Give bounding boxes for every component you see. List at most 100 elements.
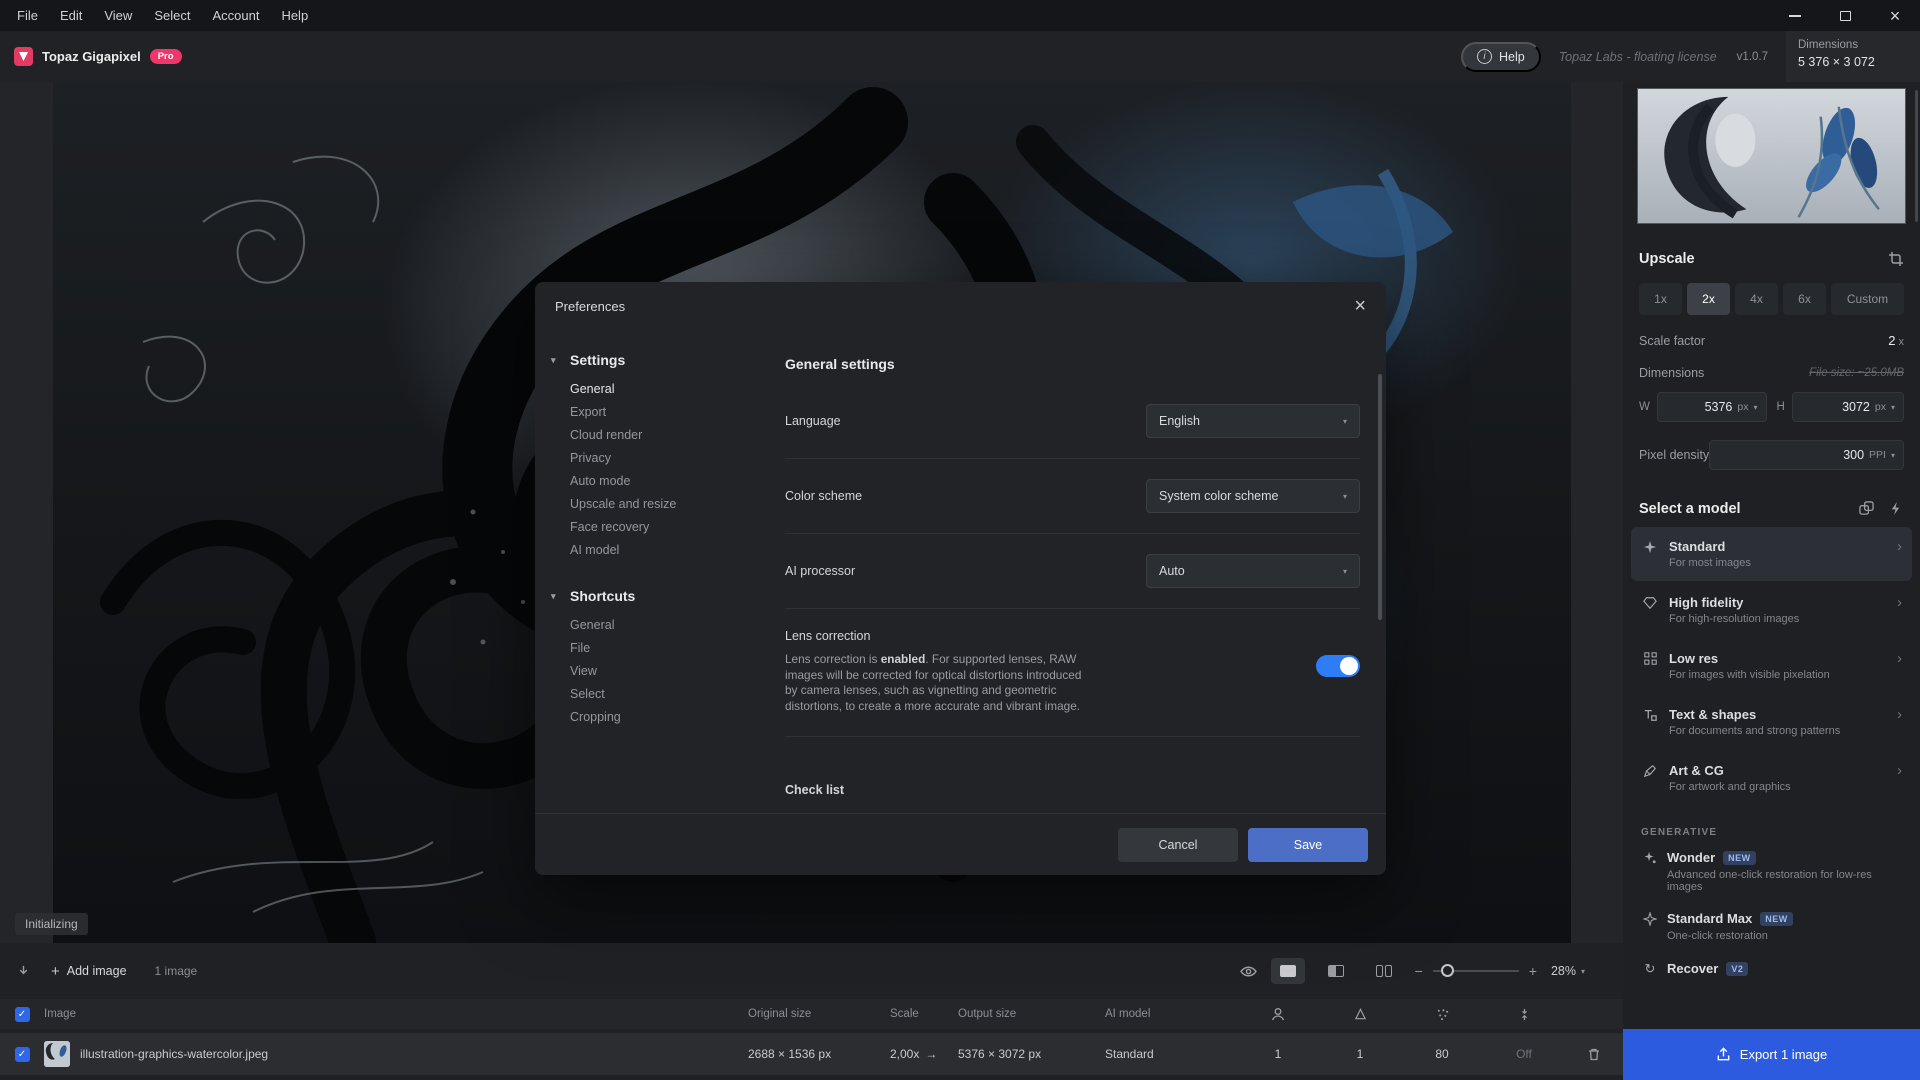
content-scrollbar[interactable] xyxy=(1378,374,1382,620)
menu-view[interactable]: View xyxy=(93,0,143,31)
menu-help[interactable]: Help xyxy=(270,0,319,31)
model-art-cg[interactable]: Art & CG For artwork and graphics › xyxy=(1631,751,1912,805)
zoom-slider[interactable] xyxy=(1433,970,1519,972)
export-label: Export 1 image xyxy=(1740,1047,1827,1062)
compare-icon[interactable] xyxy=(1858,500,1875,517)
menu-account[interactable]: Account xyxy=(201,0,270,31)
select-all-checkbox[interactable]: ✓ xyxy=(15,1007,30,1022)
brand: Topaz Gigapixel Pro xyxy=(0,47,182,66)
height-unit-caret-icon[interactable]: ▾ xyxy=(1891,403,1895,412)
nav-settings-auto-mode[interactable]: Auto mode xyxy=(570,470,763,493)
scale-6x-button[interactable]: 6x xyxy=(1783,283,1826,315)
close-icon: × xyxy=(1890,7,1901,25)
row-scale: 2,00x xyxy=(890,1047,919,1061)
width-input[interactable]: 5376 px ▾ xyxy=(1657,392,1767,422)
arrow-right-icon: → xyxy=(925,1047,937,1061)
split-view-button[interactable] xyxy=(1319,958,1353,984)
color-scheme-select[interactable]: System color scheme ▾ xyxy=(1146,479,1360,513)
model-high-fidelity[interactable]: High fidelity For high-resolution images… xyxy=(1631,583,1912,637)
add-image-button[interactable]: + Add image xyxy=(51,963,127,980)
nav-group-settings[interactable]: ▾ Settings xyxy=(551,352,763,368)
zoom-control: − + xyxy=(1415,963,1537,979)
nav-settings-upscale-resize[interactable]: Upscale and resize xyxy=(570,493,763,516)
nav-settings-face-recovery[interactable]: Face recovery xyxy=(570,516,763,539)
lightning-icon[interactable] xyxy=(1887,500,1904,517)
sidebar-scrollbar[interactable] xyxy=(1915,90,1918,222)
chevron-right-icon: › xyxy=(1897,539,1902,554)
dock-arrow-icon[interactable] xyxy=(16,964,31,979)
minimize-button[interactable] xyxy=(1770,0,1820,31)
ai-processor-select[interactable]: Auto ▾ xyxy=(1146,554,1360,588)
scale-factor-value[interactable]: 2x xyxy=(1888,333,1904,348)
table-row[interactable]: ✓ illustration-graphics-watercolor.jpeg … xyxy=(0,1033,1623,1075)
density-unit-caret-icon[interactable]: ▾ xyxy=(1891,451,1895,460)
chevron-right-icon: › xyxy=(1897,707,1902,722)
row-checkbox[interactable]: ✓ xyxy=(15,1047,30,1062)
compression-icon xyxy=(1483,1008,1565,1021)
model-low-res[interactable]: Low res For images with visible pixelati… xyxy=(1631,639,1912,693)
save-button[interactable]: Save xyxy=(1248,828,1368,862)
single-view-button[interactable] xyxy=(1271,958,1305,984)
crop-icon[interactable] xyxy=(1887,250,1904,267)
model-text-shapes[interactable]: Text & shapes For documents and strong p… xyxy=(1631,695,1912,749)
pixel-density-input[interactable]: 300 PPI ▾ xyxy=(1709,440,1904,470)
nav-shortcuts-file[interactable]: File xyxy=(570,637,763,660)
caret-down-icon: ▾ xyxy=(1581,967,1585,976)
app-title: Topaz Gigapixel xyxy=(42,49,141,64)
select-model-title: Select a model xyxy=(1639,501,1846,517)
zoom-in-button[interactable]: + xyxy=(1529,963,1537,979)
menu-items: File Edit View Select Account Help xyxy=(0,0,319,31)
bottom-bar: + Add image 1 image − + 28% ▾ xyxy=(0,943,1623,1080)
lens-correction-toggle[interactable] xyxy=(1316,655,1360,677)
nav-settings-cloud-render[interactable]: Cloud render xyxy=(570,424,763,447)
image-count: 1 image xyxy=(155,964,198,978)
pixel-grid-icon xyxy=(1641,652,1659,665)
nav-shortcuts-general[interactable]: General xyxy=(570,614,763,637)
cancel-button[interactable]: Cancel xyxy=(1118,828,1238,862)
close-button[interactable]: × xyxy=(1870,0,1920,31)
nav-settings-export[interactable]: Export xyxy=(570,401,763,424)
dialog-close-button[interactable]: × xyxy=(1354,295,1366,318)
zoom-level-dropdown[interactable]: 28% ▾ xyxy=(1551,964,1585,978)
export-button[interactable]: Export 1 image xyxy=(1623,1029,1920,1080)
app-header: Topaz Gigapixel Pro i Help Topaz Labs - … xyxy=(0,31,1920,82)
model-recover[interactable]: ↻ Recover V2 xyxy=(1631,950,1912,987)
delete-row-button[interactable] xyxy=(1565,1047,1623,1061)
scale-1x-button[interactable]: 1x xyxy=(1639,283,1682,315)
menu-edit[interactable]: Edit xyxy=(49,0,93,31)
maximize-button[interactable] xyxy=(1820,0,1870,31)
content-heading: General settings xyxy=(785,356,1360,372)
model-standard[interactable]: Standard For most images › xyxy=(1631,527,1912,581)
generative-section-label: GENERATIVE xyxy=(1641,827,1902,838)
side-by-side-view-button[interactable] xyxy=(1367,958,1401,984)
nav-shortcuts-select[interactable]: Select xyxy=(570,683,763,706)
nav-settings-privacy[interactable]: Privacy xyxy=(570,447,763,470)
nav-settings-ai-model[interactable]: AI model xyxy=(570,539,763,562)
table-header: ✓ Image Original size Scale Output size … xyxy=(0,999,1623,1029)
zoom-out-button[interactable]: − xyxy=(1415,963,1423,979)
zoom-slider-knob[interactable] xyxy=(1441,964,1454,977)
eye-icon[interactable] xyxy=(1240,963,1257,980)
topaz-logo-icon xyxy=(14,47,33,66)
appbar-right: i Help Topaz Labs - floating license v1.… xyxy=(1461,31,1920,82)
width-unit-caret-icon[interactable]: ▾ xyxy=(1753,403,1757,412)
help-button[interactable]: i Help xyxy=(1461,42,1541,72)
scale-4x-button[interactable]: 4x xyxy=(1735,283,1778,315)
version-text: v1.0.7 xyxy=(1737,51,1768,63)
row-original-size: 2688 × 1536 px xyxy=(748,1047,890,1061)
language-select[interactable]: English ▾ xyxy=(1146,404,1360,438)
menu-select[interactable]: Select xyxy=(143,0,201,31)
menu-file[interactable]: File xyxy=(6,0,49,31)
nav-shortcuts-cropping[interactable]: Cropping xyxy=(570,706,763,729)
scale-custom-button[interactable]: Custom xyxy=(1831,283,1904,315)
nav-shortcuts-view[interactable]: View xyxy=(570,660,763,683)
model-standard-max[interactable]: Standard Max NEW One-click restoration xyxy=(1631,901,1912,948)
export-icon xyxy=(1716,1047,1731,1062)
nav-group-shortcuts[interactable]: ▾ Shortcuts xyxy=(551,588,763,604)
nav-settings-general[interactable]: General xyxy=(570,378,763,401)
height-input[interactable]: 3072 px ▾ xyxy=(1792,392,1904,422)
pixel-density-label: Pixel density xyxy=(1639,448,1709,462)
menu-bar: File Edit View Select Account Help × xyxy=(0,0,1920,31)
scale-2x-button[interactable]: 2x xyxy=(1687,283,1730,315)
model-wonder[interactable]: Wonder NEW Advanced one-click restoratio… xyxy=(1631,840,1912,899)
